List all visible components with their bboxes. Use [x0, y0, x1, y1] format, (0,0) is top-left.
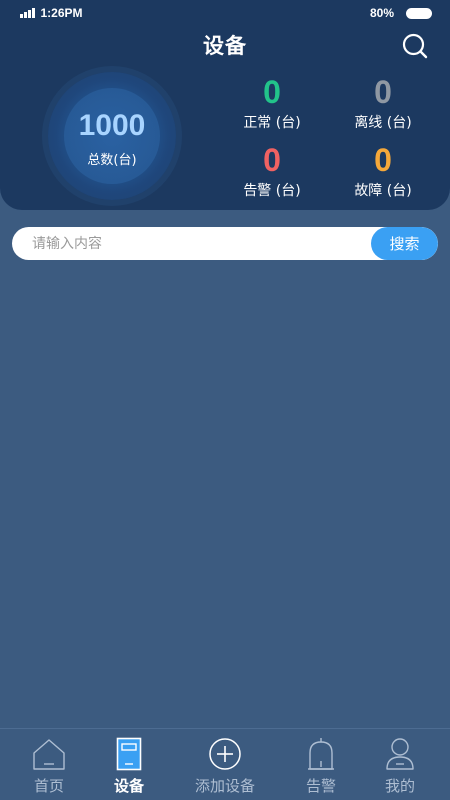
status-bar: 1:26PM 80% — [0, 0, 450, 26]
stat-normal-value: 0 — [263, 74, 281, 110]
stat-normal-label: 正常 (台) — [243, 115, 301, 131]
search-button[interactable]: 搜索 — [371, 227, 438, 260]
total-count-label: 总数(台) — [87, 153, 137, 168]
nav-label-alarm: 告警 — [305, 777, 336, 795]
nav-item-device[interactable]: 设备 — [84, 729, 174, 800]
stat-fault-value: 0 — [374, 142, 392, 178]
nav-label-profile: 我的 — [384, 777, 415, 795]
nav-item-alarm[interactable]: 告警 — [276, 729, 366, 800]
home-icon — [32, 737, 66, 775]
stat-alarm-value: 0 — [263, 142, 281, 178]
battery-icon — [406, 7, 432, 19]
stat-alarm: 0 告警 (台) — [232, 142, 312, 200]
search-icon[interactable] — [402, 33, 428, 59]
nav-label-home: 首页 — [33, 777, 64, 795]
stat-normal: 0 正常 (台) — [232, 74, 312, 132]
stat-offline-value: 0 — [374, 74, 392, 110]
nav-label-device: 设备 — [113, 777, 144, 795]
stat-fault: 0 故障 (台) — [343, 142, 423, 200]
user-icon — [385, 737, 415, 775]
search-input[interactable] — [12, 227, 372, 260]
bottom-nav: 首页 设备 添加设备 告警 我的 — [0, 728, 450, 800]
stat-offline-label: 离线 (台) — [354, 115, 412, 131]
status-time: 1:26PM — [40, 6, 83, 20]
total-count-value: 1000 — [78, 109, 146, 142]
nav-item-profile[interactable]: 我的 — [355, 729, 445, 800]
device-icon — [116, 737, 142, 775]
add-circle-icon — [208, 737, 242, 775]
bell-icon — [306, 737, 336, 775]
signal-icon — [20, 8, 35, 18]
battery-percent: 80% — [369, 6, 394, 20]
nav-item-add-device[interactable]: 添加设备 — [180, 729, 270, 800]
nav-label-add-device: 添加设备 — [194, 777, 255, 795]
stat-fault-label: 故障 (台) — [354, 183, 412, 199]
page-title: 设备 — [203, 34, 247, 58]
search-bar: 搜索 — [12, 227, 438, 260]
total-count-circle: 1000 总数(台) — [48, 72, 176, 200]
stat-offline: 0 离线 (台) — [343, 74, 423, 132]
nav-item-home[interactable]: 首页 — [4, 729, 94, 800]
stat-alarm-label: 告警 (台) — [243, 183, 301, 199]
